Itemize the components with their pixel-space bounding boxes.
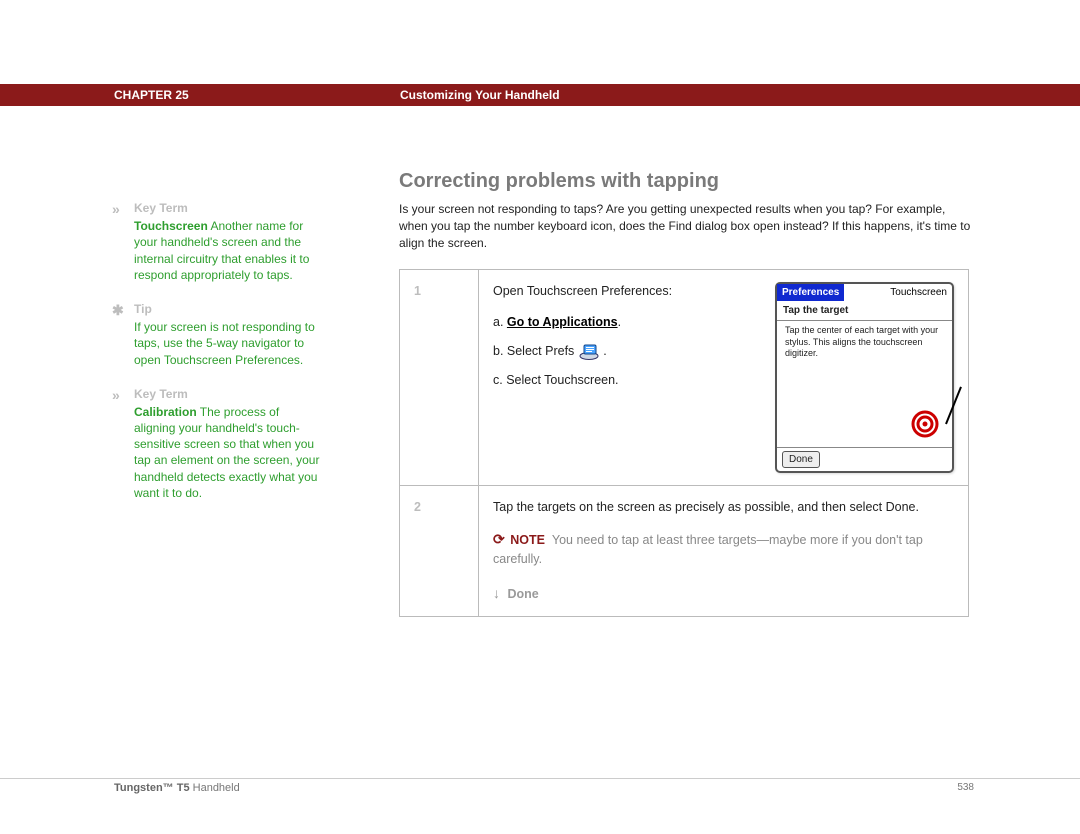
device-body-text: Tap the center of each target with your … bbox=[785, 325, 938, 358]
step-number: 2 bbox=[400, 486, 479, 617]
note-text: You need to tap at least three targets—m… bbox=[493, 533, 923, 566]
sidebar-keyterm-touchscreen: » Key Term Touchscreen Another name for … bbox=[112, 200, 322, 283]
sidebar: » Key Term Touchscreen Another name for … bbox=[112, 200, 322, 519]
sidebar-body: Calibration The process of aligning your… bbox=[134, 404, 322, 501]
section-intro: Is your screen not responding to taps? A… bbox=[399, 201, 974, 251]
device-subtitle: Tap the target bbox=[777, 301, 952, 321]
sidebar-keyterm-calibration: » Key Term Calibration The process of al… bbox=[112, 386, 322, 501]
steps-table: 1 Preferences Touchscreen Tap the target… bbox=[399, 269, 969, 617]
device-done-button: Done bbox=[782, 451, 820, 468]
device-title-left: Preferences bbox=[777, 284, 844, 301]
sidebar-term: Touchscreen bbox=[134, 219, 208, 233]
step-number: 1 bbox=[400, 270, 479, 486]
step1-b-text: b. Select Prefs bbox=[493, 344, 578, 358]
sidebar-label: Key Term bbox=[134, 386, 322, 402]
step-row-1: 1 Preferences Touchscreen Tap the target… bbox=[400, 270, 969, 486]
target-icon bbox=[910, 409, 940, 439]
main-content: Correcting problems with tapping Is your… bbox=[399, 170, 974, 617]
footer-page-number: 538 bbox=[957, 782, 974, 793]
step2-note: ⟳ NOTE You need to tap at least three ta… bbox=[493, 529, 954, 569]
quote-icon: » bbox=[112, 386, 130, 405]
asterisk-icon: ✱ bbox=[112, 301, 130, 320]
device-footer: Done bbox=[777, 447, 952, 471]
sidebar-body: If your screen is not responding to taps… bbox=[134, 319, 322, 368]
step2-text: Tap the targets on the screen as precise… bbox=[493, 498, 954, 517]
device-mock: Preferences Touchscreen Tap the target T… bbox=[775, 282, 954, 473]
stylus-icon bbox=[945, 387, 962, 425]
step1-a-prefix: a. bbox=[493, 315, 503, 329]
header-bar: CHAPTER 25 Customizing Your Handheld bbox=[0, 84, 1080, 106]
step-row-2: 2 Tap the targets on the screen as preci… bbox=[400, 486, 969, 617]
note-label: NOTE bbox=[510, 533, 545, 547]
down-arrow-icon: ↓ bbox=[493, 583, 500, 604]
sidebar-label: Key Term bbox=[134, 200, 322, 216]
step-body-1: Preferences Touchscreen Tap the target T… bbox=[479, 270, 969, 486]
step1-a-suffix: . bbox=[618, 315, 621, 329]
device-title-right: Touchscreen bbox=[844, 284, 952, 301]
device-titlebar: Preferences Touchscreen bbox=[777, 284, 952, 301]
footer-product: Tungsten™ T5 Handheld bbox=[114, 782, 240, 794]
quote-icon: » bbox=[112, 200, 130, 219]
step1-b-suffix: . bbox=[603, 344, 606, 358]
page-footer: Tungsten™ T5 Handheld 538 bbox=[0, 778, 1080, 782]
header-title: Customizing Your Handheld bbox=[400, 88, 560, 102]
sidebar-text: The process of aligning your handheld's … bbox=[134, 405, 319, 500]
sidebar-tip: ✱ Tip If your screen is not responding t… bbox=[112, 301, 322, 368]
step-body-2: Tap the targets on the screen as precise… bbox=[479, 486, 969, 617]
note-icon: ⟳ bbox=[493, 531, 505, 547]
done-row: ↓ Done bbox=[493, 583, 954, 604]
sidebar-text: If your screen is not responding to taps… bbox=[134, 320, 315, 366]
device-area: Tap the center of each target with your … bbox=[777, 321, 952, 447]
sidebar-label: Tip bbox=[134, 301, 322, 317]
sidebar-term: Calibration bbox=[134, 405, 197, 419]
done-label: Done bbox=[507, 587, 538, 601]
section-title: Correcting problems with tapping bbox=[399, 170, 974, 193]
go-to-applications-link[interactable]: Go to Applications bbox=[507, 315, 618, 329]
footer-product-bold: Tungsten™ T5 bbox=[114, 782, 190, 794]
prefs-icon bbox=[578, 344, 600, 360]
footer-product-rest: Handheld bbox=[190, 782, 240, 794]
sidebar-body: Touchscreen Another name for your handhe… bbox=[134, 218, 322, 283]
header-chapter: CHAPTER 25 bbox=[114, 88, 189, 102]
